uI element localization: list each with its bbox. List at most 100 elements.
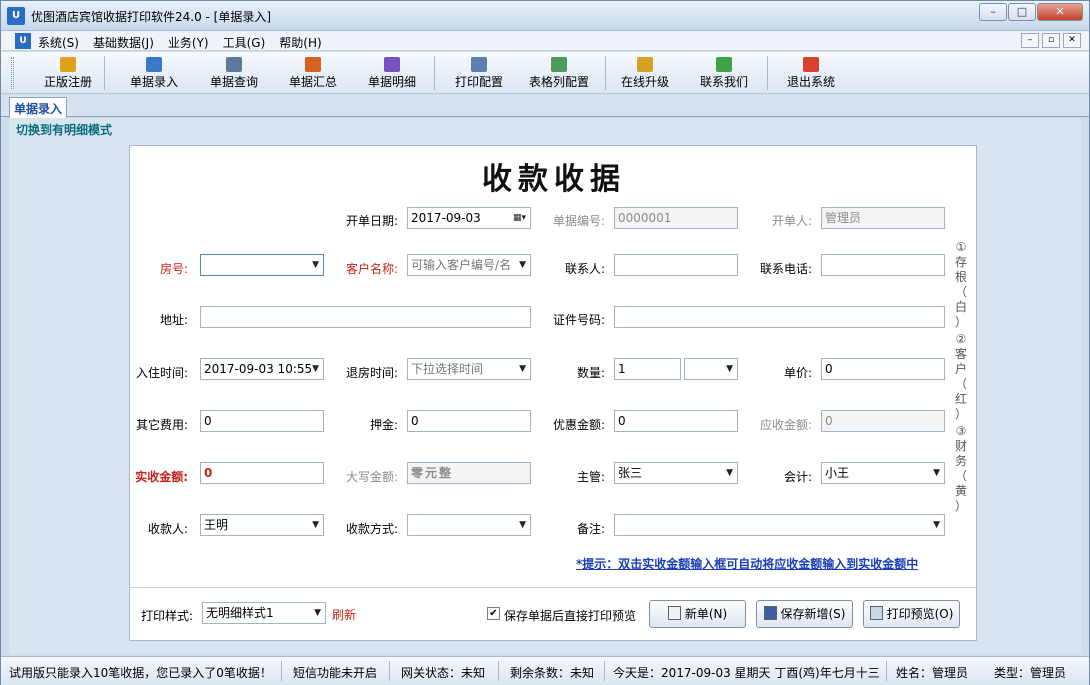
open-date-picker[interactable]: 2017-09-03 ▦▾ <box>407 207 531 229</box>
status-trial: 试用版只能录入10笔收据，您已录入了0笔收据！ <box>9 666 272 680</box>
status-bar: 试用版只能录入10笔收据，您已录入了0笔收据！ 短信功能未开启 网关状态：未知 … <box>1 656 1089 685</box>
open-date-label: 开单日期: <box>345 214 398 228</box>
print-style-select[interactable]: 无明细样式1 ▼ <box>202 602 326 624</box>
paid-label: 实收金额: <box>135 470 188 484</box>
save-icon <box>763 606 777 620</box>
address-input[interactable] <box>200 306 531 328</box>
receivable-field[interactable]: 0 <box>821 410 945 432</box>
column-config-button[interactable]: 表格列配置 <box>521 55 597 91</box>
room-select[interactable]: ▼ <box>200 254 324 276</box>
qty-label: 数量: <box>576 366 605 380</box>
new-button[interactable]: 新单(N) <box>649 600 746 628</box>
contact-label: 联系人: <box>564 262 605 276</box>
qty-input[interactable]: 1 <box>614 358 681 380</box>
other-fee-input[interactable]: 0 <box>200 410 324 432</box>
phone-input[interactable] <box>821 254 945 276</box>
price-input[interactable]: 0 <box>821 358 945 380</box>
register-button[interactable]: 正版注册 <box>39 55 97 91</box>
copy-finance-label: ③ 财务（黄） <box>954 424 967 513</box>
discount-input[interactable]: 0 <box>614 410 738 432</box>
menu-bar: U 系统(S) 基础数据(J) 业务(Y) 工具(G) 帮助(H) – ▫ ✕ <box>1 31 1089 51</box>
open-date-value: 2017-09-03 <box>411 211 481 225</box>
status-role: 类型：管理员 <box>994 666 1067 680</box>
print-style-value: 无明细样式1 <box>206 606 274 620</box>
exit-button[interactable]: 退出系统 <box>780 55 842 91</box>
upgrade-label: 在线升级 <box>620 75 669 89</box>
detail-button[interactable]: 单据明细 <box>361 55 423 91</box>
print-preview-button[interactable]: 打印预览(O) <box>863 600 960 628</box>
form-title: 收款收据 <box>482 162 626 197</box>
room-label: 房号: <box>159 262 188 276</box>
remark-select[interactable]: ▼ <box>614 514 945 536</box>
menu-tools[interactable]: 工具(G) <box>223 34 266 51</box>
pay-method-select[interactable]: ▼ <box>407 514 531 536</box>
menu-business[interactable]: 业务(Y) <box>168 34 209 51</box>
tab-entry[interactable]: 单据录入 <box>9 97 68 118</box>
summary-label: 单据汇总 <box>288 75 337 89</box>
query-label: 单据查询 <box>209 75 258 89</box>
chevron-down-icon: ▼ <box>314 608 321 618</box>
menu-basic-data[interactable]: 基础数据(J) <box>93 34 154 51</box>
remark-label: 备注: <box>576 522 605 536</box>
mdi-restore-button[interactable]: ▫ <box>1042 33 1060 48</box>
summary-button[interactable]: 单据汇总 <box>282 55 344 91</box>
receivable-label: 应收金额: <box>759 418 812 432</box>
accountant-select[interactable]: 小王 ▼ <box>821 462 945 484</box>
contact-us-button[interactable]: 联系我们 <box>693 55 755 91</box>
app-window: U 优图酒店宾馆收据打印软件24.0 - [单据录入] – □ ✕ U 系统(S… <box>0 0 1090 685</box>
preview-after-save-checkbox[interactable]: ✔ <box>487 607 500 620</box>
id-no-label: 证件号码: <box>552 313 605 327</box>
lock-icon <box>60 57 76 72</box>
query-button[interactable]: 单据查询 <box>203 55 265 91</box>
contact-us-label: 联系我们 <box>699 75 748 89</box>
supervisor-select[interactable]: 张三 ▼ <box>614 462 738 484</box>
toolbar-grip[interactable] <box>11 57 14 89</box>
minimize-button[interactable]: – <box>979 3 1007 21</box>
maximize-button[interactable]: □ <box>1008 3 1036 21</box>
menu-system[interactable]: 系统(S) <box>38 34 79 51</box>
checkin-label: 入住时间: <box>135 366 188 380</box>
capital-field[interactable]: 零元整 <box>407 462 531 484</box>
detail-label: 单据明细 <box>367 75 416 89</box>
save-new-button[interactable]: 保存新增(S) <box>756 600 853 628</box>
receipt-form: 收款收据 开单日期: 2017-09-03 ▦▾ 单据编号: 0000001 开… <box>129 145 977 641</box>
payee-label: 收款人: <box>147 522 188 536</box>
new-doc-icon <box>667 606 681 620</box>
creator-label: 开单人: <box>771 214 812 228</box>
payee-select[interactable]: 王明 ▼ <box>200 514 324 536</box>
paid-input[interactable]: 0 <box>200 462 324 484</box>
doc-no-field[interactable]: 0000001 <box>614 207 738 229</box>
print-config-button[interactable]: 打印配置 <box>448 55 510 91</box>
mdi-close-button[interactable]: ✕ <box>1063 33 1081 48</box>
copy-stub-label: ① 存根（白） <box>954 240 967 329</box>
close-button[interactable]: ✕ <box>1037 3 1083 21</box>
customer-select[interactable]: 可输入客户编号/名 ▼ <box>407 254 531 276</box>
customer-placeholder: 可输入客户编号/名 <box>411 258 512 272</box>
print-preview-button-label: 打印预览(O) <box>886 607 954 621</box>
checkout-label: 退房时间: <box>345 366 398 380</box>
exit-icon <box>803 57 819 72</box>
table-config-icon <box>551 57 567 72</box>
upgrade-button[interactable]: 在线升级 <box>614 55 676 91</box>
deposit-input[interactable]: 0 <box>407 410 531 432</box>
id-no-input[interactable] <box>614 306 945 328</box>
payee-value: 王明 <box>204 518 229 532</box>
refresh-link[interactable]: 刷新 <box>332 606 356 623</box>
checkout-select[interactable]: 下拉选择时间 ▼ <box>407 358 531 380</box>
mdi-minimize-button[interactable]: – <box>1021 33 1039 48</box>
checkin-select[interactable]: 2017-09-03 10:55 ▼ <box>200 358 324 380</box>
creator-field[interactable]: 管理员 <box>821 207 945 229</box>
save-new-button-label: 保存新增(S) <box>780 607 846 621</box>
menu-app-icon: U <box>15 33 31 49</box>
chevron-down-icon: ▼ <box>933 520 940 530</box>
app-logo-icon: U <box>7 7 25 25</box>
menu-help[interactable]: 帮助(H) <box>279 34 321 51</box>
preview-after-save-label: 保存单据后直接打印预览 <box>504 609 637 623</box>
status-today: 今天是：2017-09-03 星期天 丁酉(鸡)年七月十三 <box>613 666 880 680</box>
switch-detail-mode-link[interactable]: 切换到有明细模式 <box>16 121 112 138</box>
search-doc-icon <box>226 57 242 72</box>
hint-text: *提示：双击实收金额输入框可自动将应收金额输入到实收金额中 <box>576 557 919 571</box>
entry-button[interactable]: 单据录入 <box>123 55 185 91</box>
checkout-placeholder: 下拉选择时间 <box>411 362 484 376</box>
contact-input[interactable] <box>614 254 738 276</box>
